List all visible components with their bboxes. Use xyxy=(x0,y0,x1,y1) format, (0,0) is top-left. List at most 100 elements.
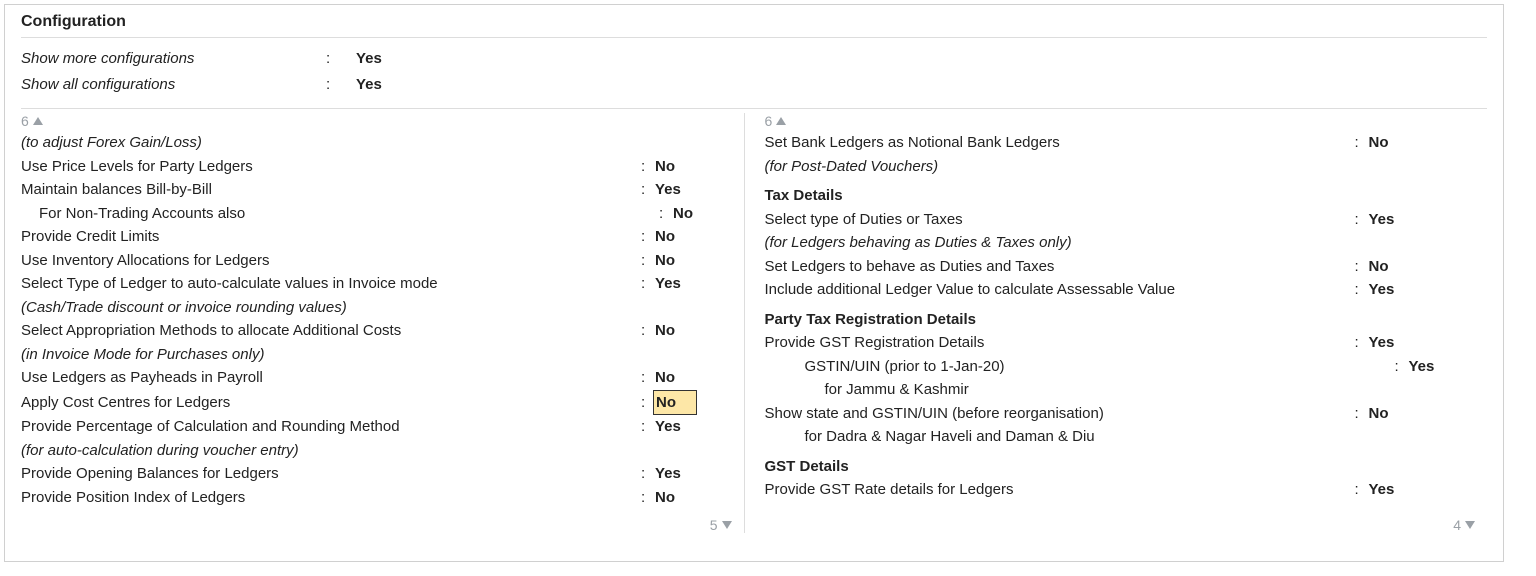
pdc-note: (for Post-Dated Vouchers) xyxy=(765,155,1484,179)
gst-registration-row: Provide GST Registration Details : Yes xyxy=(765,331,1484,355)
include-addl-row: Include additional Ledger Value to calcu… xyxy=(765,278,1484,302)
auto-calc-row: Select Type of Ledger to auto-calculate … xyxy=(21,272,740,296)
field-value[interactable]: No xyxy=(655,225,675,249)
pager-bottom-left-count: 5 xyxy=(710,517,718,533)
colon: : xyxy=(1355,255,1369,279)
pager-top-left-count: 6 xyxy=(21,113,29,129)
colon: : xyxy=(1355,331,1369,355)
field-label: Provide GST Rate details for Ledgers xyxy=(765,478,1355,502)
non-trading-row: For Non-Trading Accounts also : No xyxy=(21,202,740,226)
pager-bottom-right[interactable]: 4 xyxy=(1453,517,1475,533)
appropriation-row: Select Appropriation Methods to allocate… xyxy=(21,319,740,343)
colon: : xyxy=(326,46,356,72)
colon: : xyxy=(641,319,655,343)
colon: : xyxy=(641,462,655,486)
gstin-prior-row: GSTIN/UIN (prior to 1-Jan-20) : Yes xyxy=(765,355,1484,379)
chevron-up-icon xyxy=(776,117,786,125)
show-more-label: Show more configurations xyxy=(21,46,326,72)
field-label: Provide Credit Limits xyxy=(21,225,641,249)
field-value[interactable]: Yes xyxy=(1369,331,1395,355)
field-label: Set Bank Ledgers as Notional Bank Ledger… xyxy=(765,131,1355,155)
appropriation-note: (in Invoice Mode for Purchases only) xyxy=(21,343,740,367)
chevron-down-icon xyxy=(1465,521,1475,529)
colon: : xyxy=(1355,478,1369,502)
show-more-config-row: Show more configurations : Yes xyxy=(21,46,1487,72)
colon: : xyxy=(641,249,655,273)
field-value[interactable]: No xyxy=(1369,131,1389,155)
show-all-label: Show all configurations xyxy=(21,72,326,98)
field-value[interactable]: No xyxy=(655,319,675,343)
note-text: for Dadra & Nagar Haveli and Daman & Diu xyxy=(765,425,1395,449)
field-label: Show state and GSTIN/UIN (before reorgan… xyxy=(765,402,1355,426)
field-value[interactable]: No xyxy=(655,486,675,510)
field-value[interactable]: No xyxy=(673,202,693,226)
field-value[interactable]: Yes xyxy=(1369,208,1395,232)
field-label: Use Ledgers as Payheads in Payroll xyxy=(21,366,641,390)
field-value[interactable]: Yes xyxy=(1369,278,1395,302)
note-text: (Cash/Trade discount or invoice rounding… xyxy=(21,296,641,320)
field-value[interactable]: No xyxy=(655,366,675,390)
show-more-value[interactable]: Yes xyxy=(356,46,382,72)
pager-top-left[interactable]: 6 xyxy=(21,113,740,129)
field-value[interactable]: Yes xyxy=(655,462,681,486)
field-value[interactable]: Yes xyxy=(655,415,681,439)
field-value[interactable]: No xyxy=(655,249,675,273)
gstin-prior-note: for Jammu & Kashmir xyxy=(765,378,1484,402)
colon: : xyxy=(1395,355,1409,379)
field-value[interactable]: Yes xyxy=(1369,478,1395,502)
pager-top-right[interactable]: 6 xyxy=(765,113,1484,129)
note-forex: (to adjust Forex Gain/Loss) xyxy=(21,131,740,155)
field-label: Provide GST Registration Details xyxy=(765,331,1355,355)
colon: : xyxy=(641,155,655,179)
position-index-row: Provide Position Index of Ledgers : No xyxy=(21,486,740,510)
party-tax-heading: Party Tax Registration Details xyxy=(765,308,1484,332)
config-columns: 6 (to adjust Forex Gain/Loss) Use Price … xyxy=(21,113,1487,533)
field-label: Set Ledgers to behave as Duties and Taxe… xyxy=(765,255,1355,279)
field-value[interactable]: No xyxy=(1369,255,1389,279)
duties-note: (for Ledgers behaving as Duties & Taxes … xyxy=(765,231,1484,255)
field-label: Provide Percentage of Calculation and Ro… xyxy=(21,415,641,439)
cost-centres-value[interactable]: No xyxy=(653,390,697,416)
colon: : xyxy=(1355,208,1369,232)
colon: : xyxy=(1355,278,1369,302)
field-label: GSTIN/UIN (prior to 1-Jan-20) xyxy=(765,355,1395,379)
field-value[interactable]: Yes xyxy=(655,178,681,202)
field-label: Maintain balances Bill-by-Bill xyxy=(21,178,641,202)
pager-bottom-left[interactable]: 5 xyxy=(710,517,732,533)
global-config: Show more configurations : Yes Show all … xyxy=(21,42,1487,104)
auto-calc-note: (Cash/Trade discount or invoice rounding… xyxy=(21,296,740,320)
heading-text: GST Details xyxy=(765,455,1355,479)
chevron-up-icon xyxy=(33,117,43,125)
note-text: (for Ledgers behaving as Duties & Taxes … xyxy=(765,231,1355,255)
field-value[interactable]: No xyxy=(655,155,675,179)
separator xyxy=(21,108,1487,109)
configuration-panel: Configuration Show more configurations :… xyxy=(4,4,1504,562)
notional-bank-row: Set Bank Ledgers as Notional Bank Ledger… xyxy=(765,131,1484,155)
show-all-value[interactable]: Yes xyxy=(356,72,382,98)
gst-details-heading: GST Details xyxy=(765,455,1484,479)
opening-balances-row: Provide Opening Balances for Ledgers : Y… xyxy=(21,462,740,486)
colon: : xyxy=(326,72,356,98)
bill-by-bill-row: Maintain balances Bill-by-Bill : Yes xyxy=(21,178,740,202)
colon: : xyxy=(641,366,655,390)
behave-duties-row: Set Ledgers to behave as Duties and Taxe… xyxy=(765,255,1484,279)
right-column: 6 Set Bank Ledgers as Notional Bank Ledg… xyxy=(744,113,1488,533)
field-value[interactable]: Yes xyxy=(1409,355,1435,379)
colon: : xyxy=(1355,402,1369,426)
pager-bottom-right-count: 4 xyxy=(1453,517,1461,533)
separator xyxy=(21,37,1487,38)
field-value[interactable]: Yes xyxy=(655,272,681,296)
field-label: Apply Cost Centres for Ledgers xyxy=(21,391,641,415)
colon: : xyxy=(659,202,673,226)
field-value[interactable]: No xyxy=(1369,402,1389,426)
left-column: 6 (to adjust Forex Gain/Loss) Use Price … xyxy=(21,113,744,533)
colon: : xyxy=(641,486,655,510)
field-label: Provide Position Index of Ledgers xyxy=(21,486,641,510)
note-text: (for Post-Dated Vouchers) xyxy=(765,155,1355,179)
colon: : xyxy=(641,225,655,249)
payheads-row: Use Ledgers as Payheads in Payroll : No xyxy=(21,366,740,390)
pager-top-right-count: 6 xyxy=(765,113,773,129)
field-label: Select Type of Ledger to auto-calculate … xyxy=(21,272,641,296)
pct-round-row: Provide Percentage of Calculation and Ro… xyxy=(21,415,740,439)
field-label: Use Price Levels for Party Ledgers xyxy=(21,155,641,179)
